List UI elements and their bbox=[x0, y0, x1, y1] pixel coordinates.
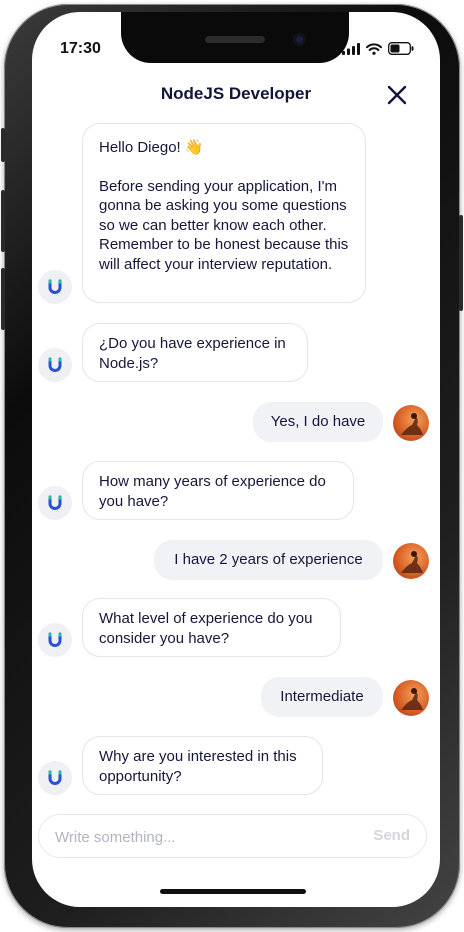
phone-screen: 17:30 NodeJS Developer Hello Diego! 👋 Be bbox=[32, 12, 440, 907]
user-photo bbox=[401, 413, 423, 435]
magnet-icon bbox=[48, 357, 62, 372]
bot-avatar bbox=[38, 761, 72, 795]
bot-message: Hello Diego! 👋 Before sending your appli… bbox=[82, 123, 366, 303]
message-text: ¿Do you have experience in Node.js? bbox=[99, 335, 286, 372]
bot-avatar bbox=[38, 348, 72, 382]
user-avatar bbox=[393, 543, 429, 579]
user-message: Intermediate bbox=[261, 677, 383, 717]
volume-down-button bbox=[1, 268, 5, 330]
bot-message: What level of experience do you consider… bbox=[82, 598, 341, 657]
bot-message: How many years of experience do you have… bbox=[82, 461, 354, 520]
bot-message: Why are you interested in this opportuni… bbox=[82, 736, 323, 795]
message-text: Hello Diego! 👋 bbox=[99, 139, 204, 156]
magnet-icon bbox=[48, 495, 62, 510]
bot-avatar bbox=[38, 270, 72, 304]
mute-switch bbox=[1, 128, 5, 162]
message-text: Intermediate bbox=[280, 688, 364, 705]
magnet-icon bbox=[48, 632, 62, 647]
message-text: Before sending your application, I'm gon… bbox=[99, 177, 349, 273]
power-button bbox=[459, 215, 463, 311]
user-photo bbox=[401, 551, 423, 573]
bot-avatar bbox=[38, 486, 72, 520]
user-avatar bbox=[393, 680, 429, 716]
user-message: Yes, I do have bbox=[253, 402, 383, 442]
message-text: How many years of experience do you have… bbox=[99, 473, 326, 510]
bot-message: ¿Do you have experience in Node.js? bbox=[82, 323, 308, 382]
message-text: Yes, I do have bbox=[270, 413, 366, 430]
message-input[interactable] bbox=[53, 815, 347, 859]
bot-avatar bbox=[38, 623, 72, 657]
magnet-icon bbox=[48, 770, 62, 785]
send-button[interactable]: Send bbox=[373, 827, 410, 844]
chat-thread: Hello Diego! 👋 Before sending your appli… bbox=[32, 12, 440, 907]
magnet-icon bbox=[48, 279, 62, 294]
user-avatar bbox=[393, 405, 429, 441]
message-text: I have 2 years of experience bbox=[174, 551, 363, 568]
message-text: Why are you interested in this opportuni… bbox=[99, 748, 297, 785]
user-photo bbox=[401, 688, 423, 710]
home-indicator[interactable] bbox=[160, 889, 306, 894]
user-message: I have 2 years of experience bbox=[154, 540, 383, 580]
message-composer: Send bbox=[38, 814, 427, 859]
volume-up-button bbox=[1, 190, 5, 252]
message-text: What level of experience do you consider… bbox=[99, 610, 313, 647]
